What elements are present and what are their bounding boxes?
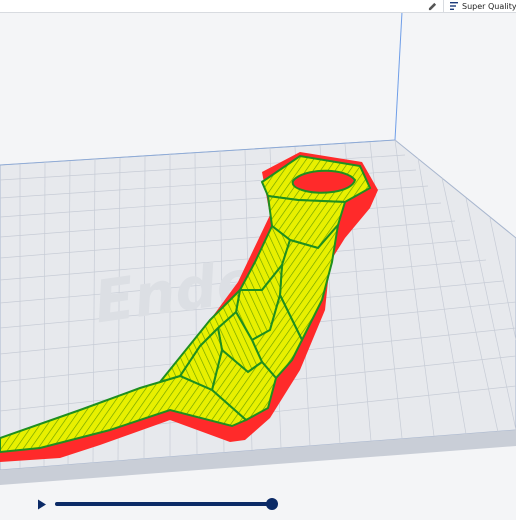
settings-icon bbox=[450, 2, 458, 10]
top-toolbar: Super Quality - 0 bbox=[0, 0, 516, 13]
play-button[interactable] bbox=[35, 497, 49, 511]
print-profile-label: Super Quality - 0 bbox=[462, 1, 516, 11]
viewport-canvas: Ender bbox=[0, 11, 516, 516]
layer-slider-track[interactable] bbox=[55, 502, 272, 506]
play-icon bbox=[38, 499, 46, 509]
print-settings-panel[interactable]: Super Quality - 0 bbox=[443, 0, 516, 12]
3d-viewport[interactable]: Ender bbox=[0, 0, 516, 516]
pencil-icon bbox=[428, 2, 436, 10]
edit-profile-button[interactable] bbox=[425, 0, 439, 12]
layer-slider-handle[interactable] bbox=[266, 498, 278, 510]
